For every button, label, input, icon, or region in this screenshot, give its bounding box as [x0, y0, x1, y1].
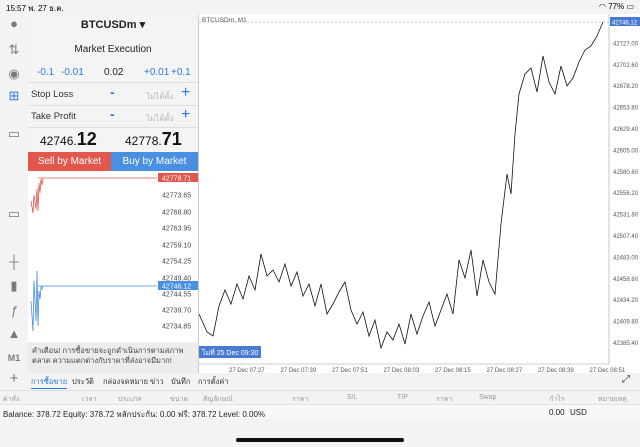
take-profit-plus[interactable]: + — [181, 106, 190, 124]
take-profit-label: Take Profit — [31, 111, 76, 122]
y-tick-label: 42556.20 — [613, 191, 639, 197]
terminal-tabs: การซื้อขาย ประวัติ กล่องจดหมาย ข่าว บันท… — [28, 373, 640, 389]
tab-journal[interactable]: บันทึก — [171, 376, 190, 388]
y-tick-label: 42629.40 — [613, 127, 639, 133]
total-profit: 0.00 — [549, 408, 565, 417]
price-tag-label: 42746.12 — [612, 21, 638, 27]
battery-icon: ▭ — [626, 2, 634, 11]
mini-price-label: 42763.95 — [162, 226, 191, 233]
objects-icon[interactable]: ▲ — [6, 326, 22, 342]
volume-minus-0.1[interactable]: -0.1 — [37, 67, 54, 78]
tab-trade[interactable]: การซื้อขาย — [31, 376, 68, 389]
stop-loss-input[interactable]: ไม่ได้ตั้ง — [146, 90, 174, 103]
new-order-icon[interactable]: ⊞ — [6, 88, 22, 104]
volume-plus-0.01[interactable]: +0.01 — [144, 67, 169, 78]
volume-value[interactable]: 0.02 — [104, 67, 123, 78]
currency: USD — [570, 408, 587, 417]
y-tick-label: 42727.00 — [613, 41, 639, 47]
balance-row: Balance: 378.72 Equity: 378.72 หลักประกั… — [0, 404, 640, 419]
status-right: ◠ 77% ▭ — [599, 2, 634, 11]
ruler-icon[interactable]: ▭ — [6, 126, 22, 142]
tab-settings[interactable]: การตั้งค่า — [198, 376, 229, 388]
col-sl: S/L — [347, 394, 358, 401]
y-tick-label: 42458.60 — [613, 277, 639, 283]
divider — [28, 82, 198, 83]
user-icon[interactable]: ● — [6, 16, 22, 32]
mini-price-label: 42734.85 — [162, 324, 191, 331]
y-tick-label: 42507.40 — [613, 234, 639, 240]
y-tick-label: 42678.20 — [613, 84, 639, 90]
mini-price-label: 42744.55 — [162, 292, 191, 299]
add-icon[interactable]: + — [6, 371, 22, 387]
mini-price-label: 42773.65 — [162, 193, 191, 200]
tab-news[interactable]: ข่าว — [150, 376, 164, 388]
price-chart[interactable]: BTCUSDm, M1 42746.12 42727.00 42702.60 42678… — [198, 14, 640, 376]
execution-warning: คำเตือน! การซื้อขายจะถูกดำเนินการตามสภาพ… — [28, 343, 198, 373]
bid-ticks — [30, 270, 44, 332]
y-tick-label: 42580.60 — [613, 170, 639, 176]
time-tag-label: ไม่ที่ 25 Dec 09:30 — [201, 348, 258, 357]
mini-price-label: 42759.10 — [162, 243, 191, 250]
orders-table-header: ค่าสั่ง เวลา ประเภท ขนาด สัญลักษณ์ ราคา … — [0, 390, 640, 404]
mini-price-label: 42739.70 — [162, 308, 191, 315]
status-bar: 15:57 พ. 27 ธ.ค. ◠ 77% ▭ — [0, 0, 640, 14]
timeframe-button[interactable]: M1 — [6, 350, 22, 366]
tick-chart: 42778.71 42773.65 42768.80 42763.95 42759.10… — [28, 171, 198, 342]
ask-ticks — [30, 177, 44, 214]
col-tp: T/P — [397, 394, 408, 401]
stop-loss-minus[interactable]: - — [110, 84, 115, 100]
sell-by-market-button[interactable]: Sell by Market — [28, 152, 111, 171]
buy-by-market-button[interactable]: Buy by Market — [111, 152, 198, 171]
bid-price: 42746.12 — [40, 129, 97, 149]
expand-icon[interactable]: ⤢ — [622, 374, 630, 385]
y-tick-label: 42409.80 — [613, 320, 639, 326]
trade-arrows-icon[interactable]: ⇅ — [6, 42, 22, 58]
chevron-down-icon: ▾ — [139, 19, 146, 31]
execution-type[interactable]: Market Execution — [28, 44, 198, 55]
divider — [28, 127, 198, 128]
chat-icon[interactable]: ◉ — [6, 66, 22, 82]
stop-loss-plus[interactable]: + — [181, 84, 190, 102]
candles-icon[interactable]: ▮ — [6, 278, 22, 294]
y-tick-label: 42653.80 — [613, 106, 639, 112]
tab-mailbox[interactable]: กล่องจดหมาย — [103, 376, 148, 388]
stop-loss-label: Stop Loss — [31, 89, 74, 100]
mini-price-label: 42768.80 — [162, 210, 191, 217]
symbol-selector[interactable]: BTCUSDm ▾ — [28, 18, 198, 31]
mini-price-label: 42746.12 — [162, 284, 191, 291]
tab-history[interactable]: ประวัติ — [72, 376, 94, 388]
home-indicator — [236, 438, 404, 442]
col-swap: Swap — [479, 394, 497, 401]
volume-minus-0.01[interactable]: -0.01 — [61, 67, 84, 78]
order-panel: BTCUSDm ▾ Market Execution -0.1 -0.01 0.… — [28, 14, 198, 171]
y-tick-label: 42605.00 — [613, 148, 639, 154]
take-profit-input[interactable]: ไม่ได้ตั้ง — [146, 112, 174, 125]
ask-price: 42778.71 — [125, 129, 182, 149]
crosshair-icon[interactable]: ┼ — [6, 254, 22, 270]
y-tick-label: 42385.40 — [613, 341, 639, 347]
ruler-icon-2[interactable]: ▭ — [6, 206, 22, 222]
battery-level: 77% — [608, 2, 625, 11]
y-tick-label: 42531.80 — [613, 213, 639, 219]
tool-sidebar: ● ⇅ ◉ ⊞ ▭ ▭ ┼ ▮ ƒ ▲ M1 + — [0, 14, 28, 394]
volume-plus-0.1[interactable]: +0.1 — [171, 67, 191, 78]
take-profit-minus[interactable]: - — [110, 106, 115, 122]
mini-price-label: 42754.25 — [162, 259, 191, 266]
wifi-icon: ◠ — [598, 2, 606, 11]
mini-price-label: 42778.71 — [162, 176, 191, 183]
price-line — [198, 21, 604, 350]
price-chart-svg: BTCUSDm, M1 42746.12 42727.00 42702.60 42678… — [198, 14, 640, 374]
y-tick-label: 42702.60 — [613, 63, 639, 69]
tick-chart-svg: 42778.71 42773.65 42768.80 42763.95 42759.10… — [30, 171, 198, 342]
y-tick-label: 42434.20 — [613, 298, 639, 304]
balance-summary: Balance: 378.72 Equity: 378.72 หลักประกั… — [3, 410, 266, 419]
y-tick-label: 42483.00 — [613, 255, 639, 261]
chart-symbol-label: BTCUSDm, M1 — [202, 17, 247, 24]
indicators-icon[interactable]: ƒ — [6, 303, 22, 319]
